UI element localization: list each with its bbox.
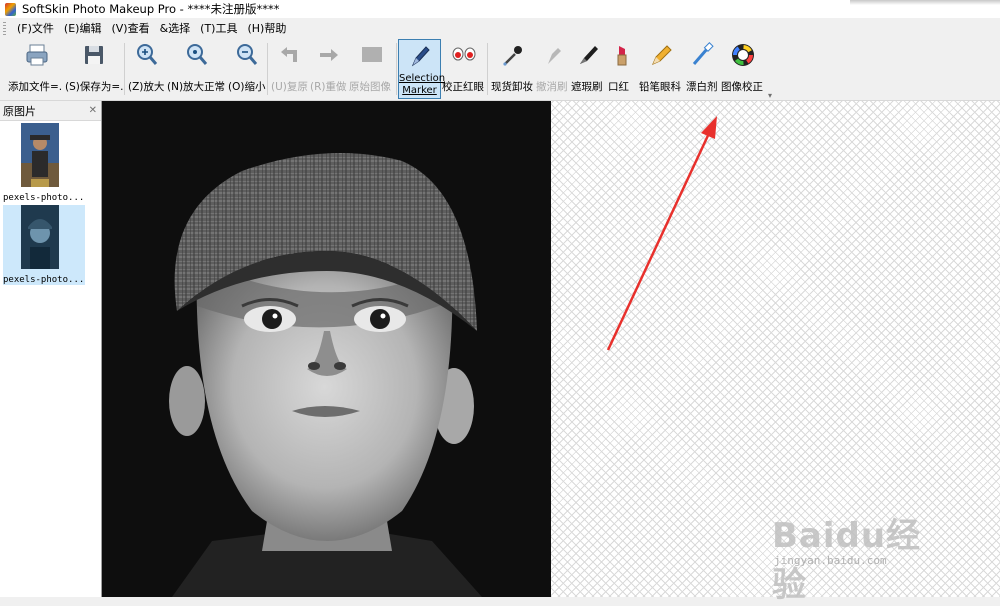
menu-help[interactable]: (H)帮助 — [242, 20, 291, 38]
printer-icon — [26, 44, 48, 66]
floppy-disk-icon — [85, 46, 103, 64]
watermark-url: jingyan.baidu.com — [774, 554, 887, 567]
panel-header: 原图片 ✕ — [0, 101, 101, 121]
thumbnail-caption: pexels-photo... — [3, 275, 85, 285]
selection-marker-label-line1: Selection — [399, 73, 446, 84]
original-image-label: 原始图像 — [349, 81, 391, 93]
menu-select[interactable]: &选择 — [155, 20, 196, 38]
red-eye-button[interactable]: 校正红眼 — [442, 39, 486, 99]
color-wheel-icon — [732, 44, 754, 66]
selection-marker-label-line2: Marker — [402, 85, 437, 96]
original-photo-canvas[interactable] — [102, 101, 551, 597]
add-file-label: 添加文件=. — [8, 81, 63, 93]
baidu-watermark: Baidu经验 jingyan.baidu.com — [760, 488, 950, 605]
whitener-button[interactable]: 漂白剂 — [686, 39, 720, 99]
redo-button[interactable]: (R)重做 — [310, 39, 348, 99]
zoom-normal-label: (N)放大正常 — [167, 81, 226, 93]
image-frame-icon — [362, 47, 382, 62]
lipstick-icon — [617, 46, 627, 66]
marker-pen-icon — [411, 46, 430, 67]
undo-button[interactable]: (U)复原 — [271, 39, 309, 99]
title-bar: SoftSkin Photo Makeup Pro - ****未注册版**** — [0, 0, 1000, 18]
zoom-in-label: (Z)放大 — [128, 81, 165, 93]
red-eye-label: 校正红眼 — [442, 81, 484, 93]
undo-brush-label: 撤消刷 — [536, 81, 568, 93]
selection-marker-label: Selection Marker — [399, 73, 445, 97]
eyeliner-button[interactable]: 铅笔眼科 — [639, 39, 685, 99]
selection-marker-button[interactable]: Selection Marker — [398, 39, 445, 99]
zoom-out-button[interactable]: (O)缩小 — [228, 39, 266, 99]
thumbnail-item[interactable]: pexels-photo... — [3, 123, 85, 203]
concealer-label: 遮瑕刷 — [571, 81, 603, 93]
menu-tools[interactable]: (T)工具 — [195, 20, 242, 38]
thumbnail-item-selected[interactable]: pexels-photo... — [3, 205, 85, 285]
save-as-button[interactable]: (S)保存为=. — [65, 39, 124, 99]
brush-disabled-icon — [548, 48, 561, 64]
panel-title: 原图片 — [3, 104, 36, 118]
undo-arrow-icon — [281, 47, 297, 62]
toolbar: 添加文件=. (S)保存为=. (Z)放大 (N)放大正常 (O)缩小 (U)复… — [0, 39, 1000, 101]
app-icon — [5, 2, 16, 16]
menu-file[interactable]: (F)文件 — [12, 20, 59, 38]
thumbnail-caption: pexels-photo... — [3, 193, 85, 203]
zoom-out-icon — [237, 44, 258, 65]
remove-makeup-label: 现货卸妆 — [491, 81, 533, 93]
original-images-panel: 原图片 ✕ pexels-photo... pexels-photo... — [0, 101, 102, 597]
boy-portrait-photo — [102, 101, 551, 597]
whitener-label: 漂白剂 — [686, 81, 718, 93]
menu-view[interactable]: (V)查看 — [106, 20, 154, 38]
pencil-icon — [652, 45, 672, 65]
menu-edit[interactable]: (E)编辑 — [59, 20, 107, 38]
original-image-button[interactable]: 原始图像 — [349, 39, 395, 99]
toolbar-overflow-icon[interactable]: ▾ — [768, 91, 772, 100]
add-file-button[interactable]: 添加文件=. — [8, 39, 66, 99]
toothbrush-icon — [692, 42, 714, 65]
concealer-button[interactable]: 遮瑕刷 — [571, 39, 605, 99]
redo-label: (R)重做 — [310, 81, 347, 93]
concealer-brush-icon — [580, 46, 598, 64]
lipstick-button[interactable]: 口红 — [608, 39, 636, 99]
undo-brush-button[interactable]: 撤消刷 — [536, 39, 570, 99]
undo-label: (U)复原 — [271, 81, 308, 93]
thumbnail-image — [21, 123, 59, 187]
window-title: SoftSkin Photo Makeup Pro - ****未注册版**** — [22, 2, 280, 16]
zoom-out-label: (O)缩小 — [228, 81, 266, 93]
remove-makeup-button[interactable]: 现货卸妆 — [491, 39, 535, 99]
eyeliner-label: 铅笔眼科 — [639, 81, 681, 93]
menu-grip — [3, 22, 6, 36]
save-as-label: (S)保存为=. — [65, 81, 124, 93]
thumbnail-image — [21, 205, 59, 269]
red-eyes-icon — [452, 47, 476, 61]
color-correct-label: 图像校正 — [721, 81, 763, 93]
lipstick-label: 口红 — [608, 81, 629, 93]
close-icon[interactable]: ✕ — [89, 105, 97, 116]
dropper-icon — [503, 46, 522, 66]
redo-arrow-icon — [320, 49, 338, 61]
menu-bar: (F)文件 (E)编辑 (V)查看 &选择 (T)工具 (H)帮助 — [0, 19, 1000, 39]
zoom-in-icon — [137, 44, 158, 65]
zoom-in-button[interactable]: (Z)放大 — [128, 39, 166, 99]
zoom-normal-button[interactable]: (N)放大正常 — [167, 39, 227, 99]
zoom-normal-icon — [187, 44, 208, 65]
color-correct-button[interactable]: 图像校正 — [721, 39, 765, 99]
